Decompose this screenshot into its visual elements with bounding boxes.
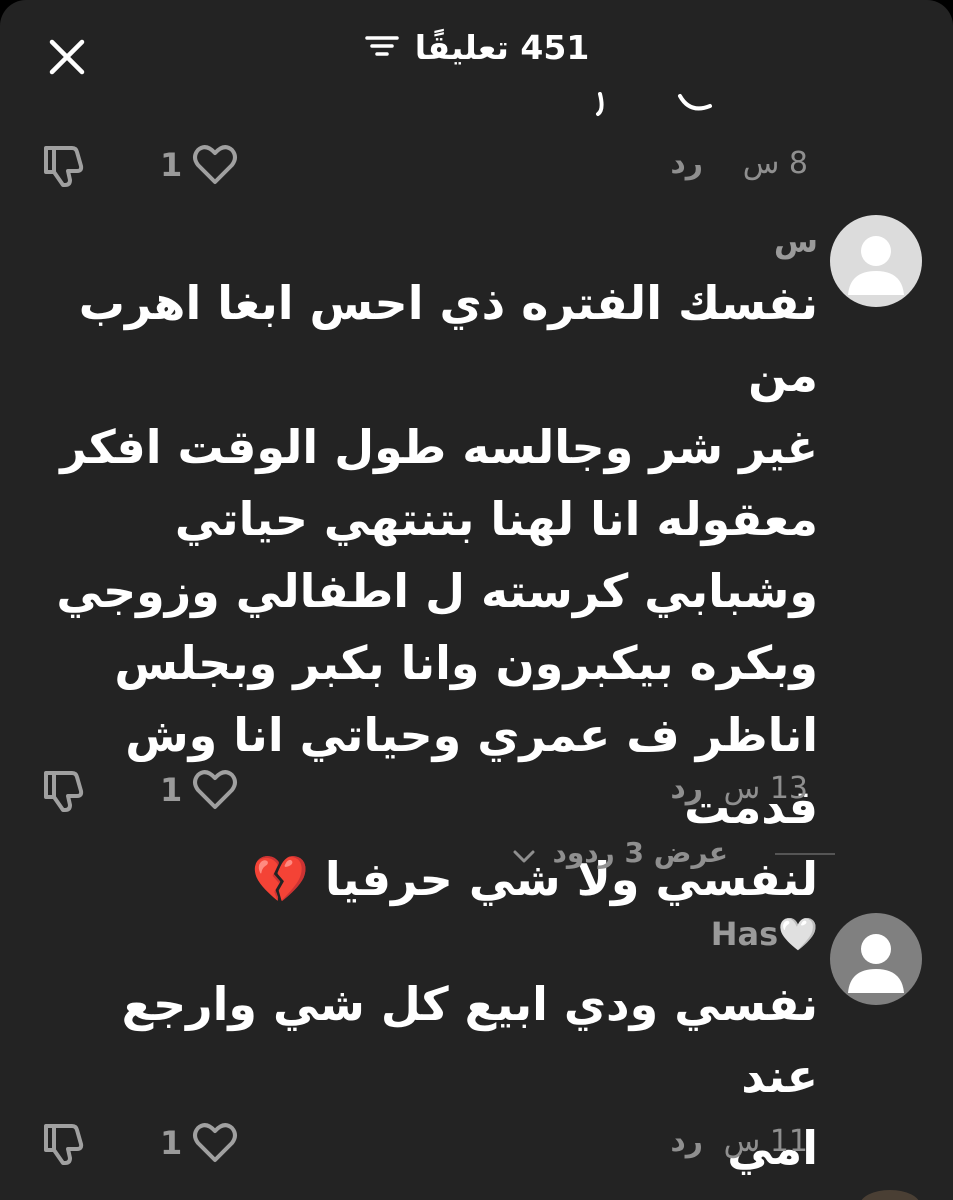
next-avatar-peek bbox=[860, 1190, 920, 1200]
avatar[interactable] bbox=[830, 215, 922, 307]
avatar[interactable] bbox=[830, 913, 922, 1005]
comment-timestamp: 13 س bbox=[723, 771, 808, 806]
like-count: 1 bbox=[160, 771, 183, 809]
heart-icon[interactable] bbox=[190, 1118, 240, 1172]
dislike-icon[interactable] bbox=[36, 763, 90, 821]
comments-title-bar[interactable]: 451 تعليقًا bbox=[0, 28, 953, 67]
view-replies-button[interactable]: عرض 3 ردود bbox=[513, 836, 728, 871]
partial-comment-text bbox=[560, 92, 720, 118]
comment-text: نفسك الفتره ذي احس ابغا اهرب من غير شر و… bbox=[56, 276, 818, 906]
comment-username[interactable]: Has🤍 bbox=[711, 915, 818, 953]
sort-filter-icon[interactable] bbox=[364, 31, 400, 65]
chevron-down-icon bbox=[513, 838, 535, 871]
comments-header: 451 تعليقًا bbox=[0, 0, 953, 110]
heart-icon[interactable] bbox=[190, 140, 240, 194]
reply-button[interactable]: رد bbox=[670, 771, 703, 806]
comments-sheet: 451 تعليقًا 1 رد 8 س س نفسك الفتره ذي اح… bbox=[0, 0, 953, 1200]
comment-actions-row: 1 رد 8 س bbox=[0, 140, 953, 190]
dislike-icon[interactable] bbox=[36, 138, 90, 196]
comments-count-title: 451 تعليقًا bbox=[414, 28, 590, 67]
like-count: 1 bbox=[160, 1124, 183, 1162]
comment-timestamp: 11 س bbox=[723, 1124, 808, 1159]
view-replies-label: عرض 3 ردود bbox=[552, 836, 728, 869]
comment-actions-row: 1 رد 11 س bbox=[0, 1118, 953, 1168]
replies-divider bbox=[775, 853, 835, 855]
comment-actions-row: 1 رد 13 س bbox=[0, 765, 953, 815]
dislike-icon[interactable] bbox=[36, 1116, 90, 1174]
reply-button[interactable]: رد bbox=[670, 1124, 703, 1159]
heart-icon[interactable] bbox=[190, 765, 240, 819]
comment-username[interactable]: س bbox=[774, 222, 818, 260]
comment-timestamp: 8 س bbox=[742, 146, 808, 181]
reply-button[interactable]: رد bbox=[670, 146, 703, 181]
like-count: 1 bbox=[160, 146, 183, 184]
